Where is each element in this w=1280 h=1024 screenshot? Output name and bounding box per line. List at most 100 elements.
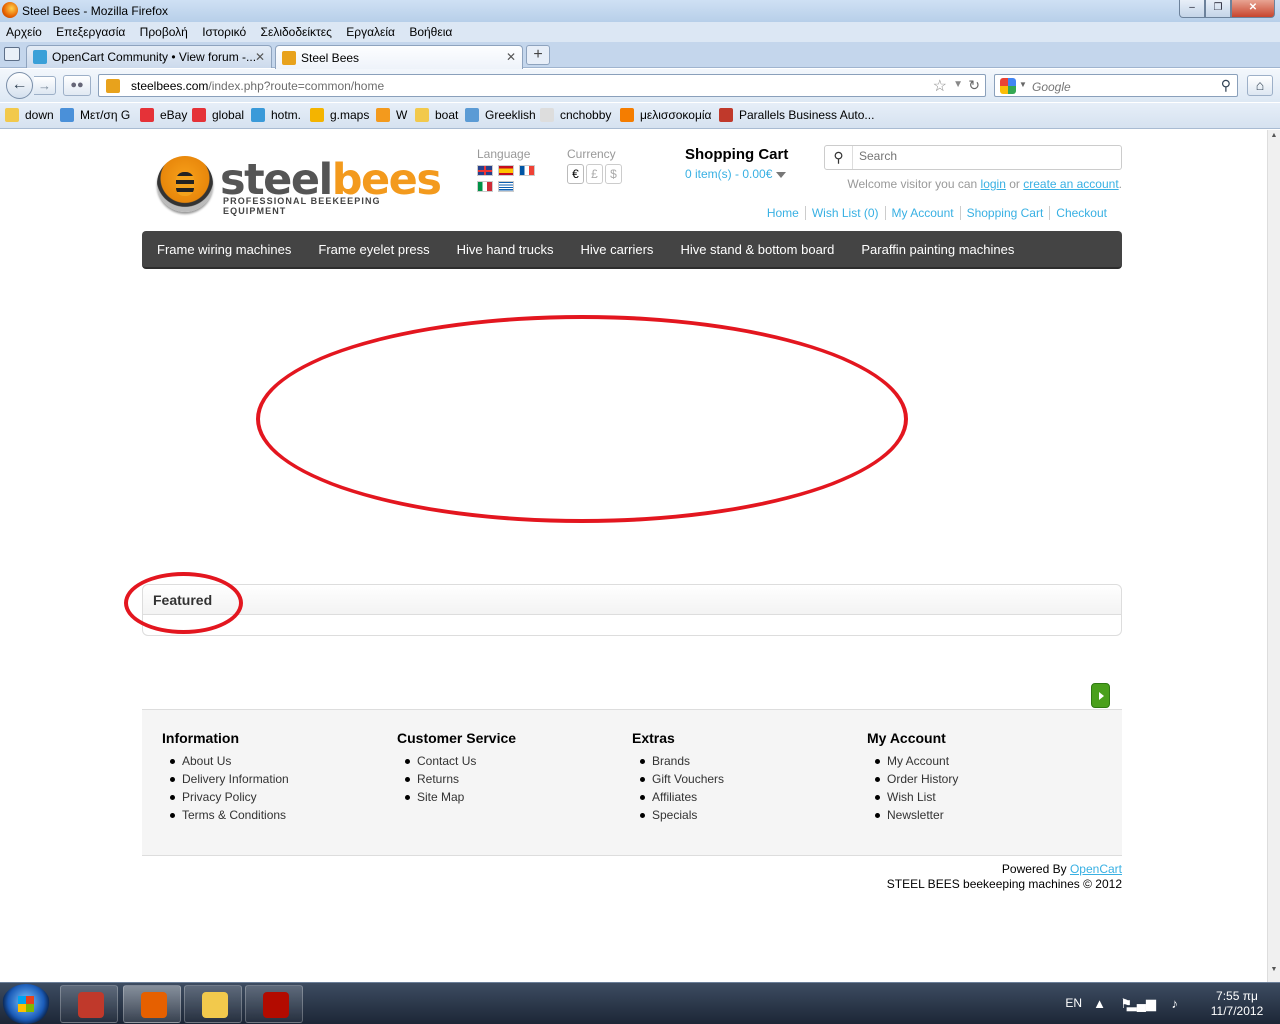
url-bar[interactable]: steelbees.com/index.php?route=common/hom… bbox=[98, 74, 986, 97]
footer-link[interactable]: Contact Us bbox=[405, 752, 617, 770]
tray-expand-icon[interactable]: ▲ bbox=[1093, 996, 1106, 1011]
page-scrollbar[interactable]: ▲ ▼ bbox=[1267, 130, 1280, 982]
tab-label: Steel Bees bbox=[301, 50, 360, 65]
scroll-down-icon[interactable]: ▼ bbox=[1268, 966, 1280, 980]
menu-edit[interactable]: Επεξεργασία bbox=[56, 22, 125, 42]
url-text[interactable]: steelbees.com/index.php?route=common/hom… bbox=[131, 79, 384, 93]
tab-opencart-forum[interactable]: OpenCart Community • View forum -... ✕ bbox=[26, 45, 272, 68]
menu-item-paraffin[interactable]: Paraffin painting machines bbox=[849, 231, 1026, 269]
opencart-link[interactable]: OpenCart bbox=[1070, 862, 1122, 876]
greek-flag-icon[interactable] bbox=[498, 181, 514, 192]
browser-search-box[interactable]: ▼ Google ⚲ bbox=[994, 74, 1238, 97]
home-button[interactable]: ⌂ bbox=[1247, 75, 1273, 96]
scroll-up-icon[interactable]: ▲ bbox=[1268, 132, 1280, 146]
taskbar-acrobat[interactable] bbox=[245, 985, 303, 1023]
start-button[interactable] bbox=[2, 984, 50, 1024]
bookmark-w[interactable]: W bbox=[376, 108, 407, 122]
currency-option[interactable]: £ bbox=[586, 164, 603, 184]
french-flag-icon[interactable] bbox=[519, 165, 535, 176]
reload-icon[interactable]: ↻ bbox=[968, 77, 980, 94]
new-tab-button[interactable]: + bbox=[526, 45, 550, 65]
forward-button[interactable]: → bbox=[34, 76, 56, 95]
bookmark-beekeeping[interactable]: μελισσοκομία bbox=[620, 108, 711, 122]
bookmark-boat[interactable]: boat bbox=[415, 108, 458, 122]
toplink-account[interactable]: My Account bbox=[884, 206, 960, 220]
cart-summary[interactable]: 0 item(s) - 0.00€ bbox=[685, 167, 788, 181]
search-engine-dropdown-icon[interactable]: ▼ bbox=[1019, 80, 1027, 89]
tab-steel-bees[interactable]: Steel Bees ✕ bbox=[275, 45, 523, 69]
cart-widget[interactable]: Shopping Cart 0 item(s) - 0.00€ bbox=[685, 146, 788, 181]
spanish-flag-icon[interactable] bbox=[498, 165, 514, 176]
footer-link[interactable]: Privacy Policy bbox=[170, 788, 382, 806]
footer-link[interactable]: Brands bbox=[640, 752, 852, 770]
restore-button[interactable]: ❐ bbox=[1205, 0, 1231, 18]
search-icon[interactable]: ⚲ bbox=[825, 146, 853, 169]
bookmark-translate[interactable]: Μετ/ση G bbox=[60, 108, 130, 122]
menu-tools[interactable]: Εργαλεία bbox=[346, 22, 395, 42]
toplink-home[interactable]: Home bbox=[761, 206, 805, 220]
menu-view[interactable]: Προβολή bbox=[140, 22, 188, 42]
bookmark-gmaps[interactable]: g.maps bbox=[310, 108, 369, 122]
back-button[interactable]: ← bbox=[6, 72, 33, 99]
bookmark-greeklish[interactable]: Greeklish bbox=[465, 108, 536, 122]
steelbees-logo[interactable]: steelbees PROFESSIONAL BEEKEEPING EQUIPM… bbox=[157, 156, 447, 216]
menu-help[interactable]: Βοήθεια bbox=[409, 22, 452, 42]
toplink-wishlist[interactable]: Wish List (0) bbox=[804, 206, 885, 220]
menu-item-hand-trucks[interactable]: Hive hand trucks bbox=[445, 231, 566, 269]
english-flag-icon[interactable] bbox=[477, 165, 493, 176]
footer-link[interactable]: About Us bbox=[170, 752, 382, 770]
footer-link[interactable]: Delivery Information bbox=[170, 770, 382, 788]
menu-item-hive-carriers[interactable]: Hive carriers bbox=[568, 231, 665, 269]
bookmark-ebay[interactable]: eBay bbox=[140, 108, 187, 122]
input-language[interactable]: EN bbox=[1065, 996, 1082, 1010]
login-link[interactable]: login bbox=[981, 177, 1006, 191]
currency-option[interactable]: $ bbox=[605, 164, 622, 184]
bookmark-hotmail[interactable]: hotm. bbox=[251, 108, 301, 122]
taskbar-explorer[interactable] bbox=[184, 985, 242, 1023]
footer-link[interactable]: Affiliates bbox=[640, 788, 852, 806]
scroll-next-arrow-icon[interactable] bbox=[1091, 683, 1110, 708]
menu-item-hive-stand[interactable]: Hive stand & bottom board bbox=[668, 231, 846, 269]
menu-item-frame-wiring[interactable]: Frame wiring machines bbox=[145, 231, 303, 269]
bookmark-down[interactable]: down bbox=[5, 108, 54, 122]
menu-history[interactable]: Ιστορικό bbox=[202, 22, 246, 42]
footer-link[interactable]: My Account bbox=[875, 752, 1087, 770]
google-icon[interactable] bbox=[1000, 78, 1016, 94]
bookmark-parallels[interactable]: Parallels Business Auto... bbox=[719, 108, 874, 122]
toplink-cart[interactable]: Shopping Cart bbox=[959, 206, 1050, 220]
system-clock[interactable]: 7:55 πμ 11/7/2012 bbox=[1208, 989, 1266, 1019]
menu-file[interactable]: Αρχείο bbox=[6, 22, 42, 42]
footer-link[interactable]: Gift Vouchers bbox=[640, 770, 852, 788]
footer-link[interactable]: Order History bbox=[875, 770, 1087, 788]
footer-column-customer-service: Customer Service Contact Us Returns Site… bbox=[397, 730, 617, 806]
minimize-button[interactable]: – bbox=[1179, 0, 1205, 18]
network-icon[interactable]: ▂▄▆ bbox=[1127, 996, 1156, 1012]
footer-link[interactable]: Returns bbox=[405, 770, 617, 788]
currency-option[interactable]: € bbox=[567, 164, 584, 184]
menu-bookmarks[interactable]: Σελιδοδείκτες bbox=[261, 22, 332, 42]
create-account-link[interactable]: create an account bbox=[1023, 177, 1118, 191]
taskbar-autocad[interactable] bbox=[60, 985, 118, 1023]
close-button[interactable]: ✕ bbox=[1231, 0, 1275, 18]
search-icon[interactable]: ⚲ bbox=[1221, 77, 1231, 94]
footer-link[interactable]: Wish List bbox=[875, 788, 1087, 806]
tab-close-icon[interactable]: ✕ bbox=[255, 50, 265, 64]
menu-item-eyelet-press[interactable]: Frame eyelet press bbox=[306, 231, 441, 269]
cart-dropdown-icon[interactable] bbox=[776, 171, 787, 178]
footer-link[interactable]: Specials bbox=[640, 806, 852, 824]
italian-flag-icon[interactable] bbox=[477, 181, 493, 192]
tab-groups-icon[interactable] bbox=[4, 47, 20, 61]
bookmark-star-icon[interactable]: ☆ bbox=[933, 76, 947, 96]
bookmark-cnchobby[interactable]: cnchobby bbox=[540, 108, 611, 122]
url-dropdown-icon[interactable]: ▼ bbox=[953, 79, 963, 90]
taskbar-firefox[interactable] bbox=[123, 985, 181, 1023]
identity-icon[interactable]: ●● bbox=[63, 75, 91, 96]
footer-link[interactable]: Terms & Conditions bbox=[170, 806, 382, 824]
footer-link[interactable]: Site Map bbox=[405, 788, 617, 806]
toplink-checkout[interactable]: Checkout bbox=[1049, 206, 1113, 220]
tab-close-icon[interactable]: ✕ bbox=[506, 50, 516, 64]
volume-icon[interactable]: ♪ bbox=[1172, 996, 1179, 1011]
footer-link[interactable]: Newsletter bbox=[875, 806, 1087, 824]
bookmark-global[interactable]: global bbox=[192, 108, 244, 122]
site-search-input[interactable] bbox=[859, 149, 1109, 163]
